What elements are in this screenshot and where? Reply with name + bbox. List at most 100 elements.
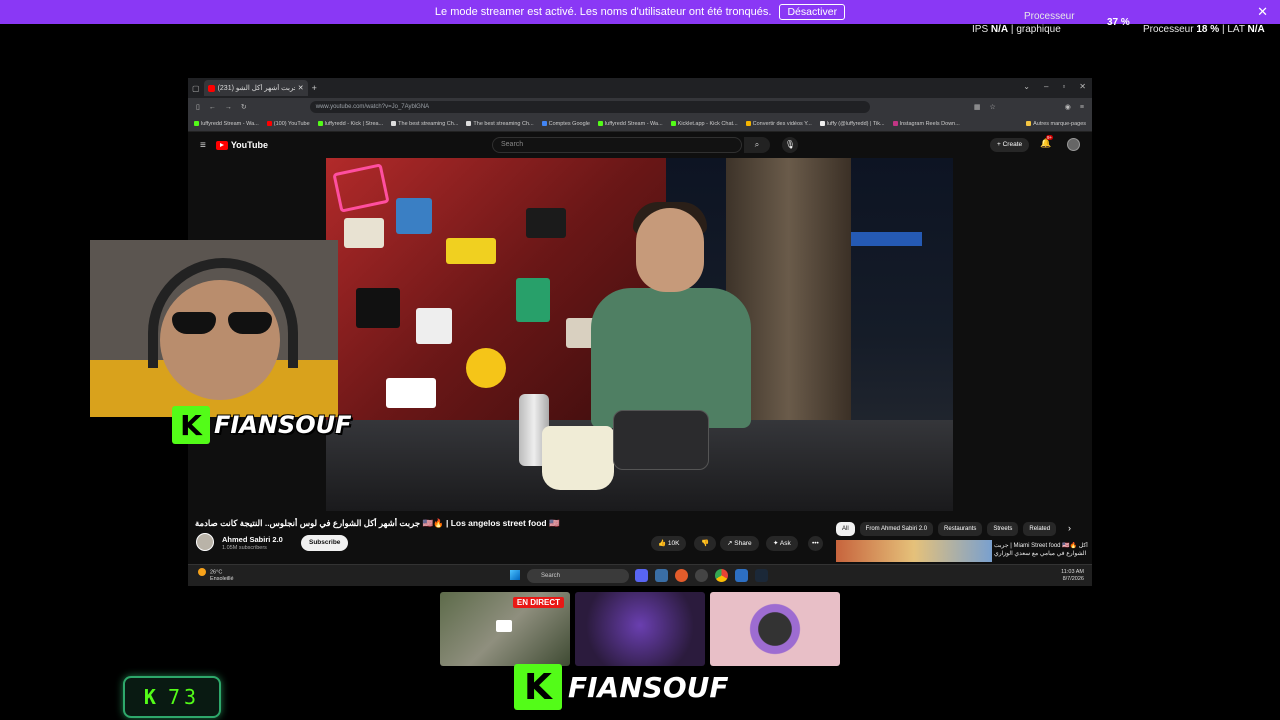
- tab-strip: ▢ جربت أشهر أكل الشو (231) ✕ + ⌄ – ▫ ✕: [188, 78, 1092, 98]
- perf-cpu: Processeur 18 % | LAT N/A: [1143, 24, 1265, 35]
- create-button[interactable]: + Create: [990, 138, 1030, 152]
- ask-label: Ask: [779, 540, 791, 547]
- viewer-counter: K 73: [123, 676, 221, 718]
- bookmark-item[interactable]: Comptes Google: [541, 121, 590, 127]
- bookmark-item[interactable]: The best streaming Ch...: [466, 121, 534, 127]
- new-tab-icon[interactable]: +: [312, 83, 317, 93]
- disable-streamer-mode-button[interactable]: Désactiver: [779, 4, 846, 20]
- file-explorer-icon[interactable]: [655, 569, 668, 582]
- youtube-search-input[interactable]: Search: [492, 137, 742, 153]
- clock-time: 11:03 AM: [1061, 569, 1084, 575]
- maximize-icon[interactable]: ▫: [1062, 82, 1065, 91]
- dislike-button[interactable]: 👎: [694, 536, 717, 551]
- window-close-icon[interactable]: ✕: [1079, 82, 1086, 91]
- reload-icon[interactable]: ↻: [241, 103, 247, 111]
- share-label: Share: [734, 540, 752, 547]
- channel-name[interactable]: Ahmed Sabiri 2.0: [222, 535, 283, 544]
- perf-separator: |: [1221, 24, 1225, 35]
- ask-button[interactable]: ✦ Ask: [766, 536, 798, 551]
- graphique-label: graphique: [1016, 24, 1061, 35]
- tab-youtube[interactable]: جربت أشهر أكل الشو (231) ✕: [203, 80, 308, 96]
- more-actions-button[interactable]: •••: [808, 536, 823, 551]
- chip-restaurants[interactable]: Restaurants: [938, 522, 983, 536]
- create-label: Create: [1002, 141, 1023, 148]
- share-button[interactable]: ↗ Share: [720, 536, 759, 551]
- chip-streets[interactable]: Streets: [987, 522, 1019, 536]
- chip-related[interactable]: Related: [1023, 522, 1057, 536]
- bookmark-item[interactable]: Kicklet.app - Kick Chat...: [670, 121, 738, 127]
- bookmark-star-icon[interactable]: ☆: [990, 103, 996, 111]
- search-icon[interactable]: ⌕: [744, 137, 770, 153]
- youtube-play-icon: [215, 140, 228, 150]
- kick-name-badge-bottom: K FIANSOUF: [514, 664, 728, 710]
- subscriber-count: 1.05M subscribers: [222, 545, 267, 551]
- windows-start-icon[interactable]: [510, 570, 520, 580]
- chip-from-channel[interactable]: From Ahmed Sabiri 2.0: [859, 522, 934, 536]
- mascot-icon: [746, 600, 804, 658]
- video-player[interactable]: [326, 158, 953, 511]
- kick-name-badge-cam: K FIANSOUF: [172, 406, 352, 444]
- discord-icon[interactable]: [635, 569, 648, 582]
- subscribe-button[interactable]: Subscribe: [301, 535, 349, 551]
- weather-widget[interactable]: 26°C Ensoleillé: [198, 568, 234, 583]
- ips-value: N/A: [990, 24, 1009, 35]
- bookmark-item[interactable]: The best streaming Ch...: [391, 121, 458, 127]
- minimize-icon[interactable]: –: [1044, 82, 1048, 91]
- steam-icon[interactable]: [755, 569, 768, 582]
- url-field[interactable]: www.youtube.com/watch?v=Jo_7AyblGNA: [309, 101, 870, 113]
- notifications-bell-icon[interactable]: 🔔 9+: [1040, 135, 1054, 149]
- tab-close-icon[interactable]: ✕: [298, 84, 304, 92]
- tab-title: جربت أشهر أكل الشو (231): [217, 85, 295, 92]
- cpu-top-label: Processeur: [1024, 11, 1075, 22]
- live-badge: EN DIRECT: [512, 597, 564, 608]
- recommended-video-thumbnail[interactable]: [836, 540, 992, 562]
- ips-label: IPS: [972, 24, 989, 35]
- extensions-icon[interactable]: ▦: [974, 103, 981, 111]
- channel-avatar[interactable]: [196, 533, 214, 551]
- hamburger-menu-icon[interactable]: ≡: [200, 140, 206, 151]
- like-button[interactable]: 👍 10K: [651, 536, 687, 551]
- forward-icon[interactable]: →: [225, 104, 232, 111]
- account-avatar[interactable]: [1067, 138, 1080, 151]
- lat-label: LAT: [1227, 24, 1245, 35]
- chrome-icon[interactable]: [715, 569, 728, 582]
- chip-all[interactable]: All: [836, 522, 855, 536]
- thumbs-down-icon: 👎: [701, 540, 710, 547]
- bookmark-item[interactable]: luffy (@luffyredd) | Tik...: [819, 121, 885, 127]
- sidebar-icon[interactable]: ▯: [196, 103, 200, 111]
- bookmark-item[interactable]: luffyredd Stream - Wa...: [194, 121, 259, 127]
- app-icon[interactable]: [735, 569, 748, 582]
- recommended-video-title[interactable]: جربت | Miami Street food 🇺🇸🔥 أكل الشوارع…: [994, 542, 1090, 560]
- window-controls: ⌄ – ▫ ✕: [1023, 82, 1086, 91]
- video-title: جربت أشهر أكل الشوارع في لوس أنجلوس.. ال…: [195, 518, 560, 528]
- live-thumbnail[interactable]: EN DIRECT: [440, 592, 570, 666]
- bookmark-item[interactable]: Convertir des vidéos Y...: [745, 121, 812, 127]
- chips-next-chevron-icon[interactable]: ›: [1068, 523, 1071, 533]
- taskbar-clock[interactable]: 11:03 AM 8/7/2026: [1061, 569, 1084, 583]
- menu-icon[interactable]: ≡: [1080, 104, 1084, 111]
- bookmark-item[interactable]: luffyredd - Kick | Strea...: [317, 121, 383, 127]
- banner-message: Le mode streamer est activé. Les noms d'…: [434, 6, 772, 18]
- avatar-thumbnail[interactable]: [710, 592, 840, 666]
- avatar-thumbnail[interactable]: [575, 592, 705, 666]
- close-icon[interactable]: ✕: [1257, 4, 1268, 20]
- streamer-name: FIANSOUF: [214, 411, 352, 439]
- profile-icon[interactable]: ◉: [1065, 103, 1071, 111]
- firefox-icon[interactable]: [675, 569, 688, 582]
- webcam-feed: [90, 240, 338, 417]
- tab-search-icon[interactable]: ▢: [192, 84, 200, 93]
- taskbar-apps: [635, 569, 768, 582]
- bookmark-item[interactable]: Instagram Reels Down...: [892, 121, 960, 127]
- youtube-logo[interactable]: YouTube: [215, 140, 268, 150]
- kick-logo-icon: K: [172, 406, 210, 444]
- bookmark-item[interactable]: luffyredd Stream - Wa...: [597, 121, 663, 127]
- bookmarks-bar: luffyredd Stream - Wa... (100) YouTube l…: [188, 116, 1092, 132]
- bookmark-item[interactable]: (100) YouTube: [266, 121, 310, 127]
- taskbar-search[interactable]: Search: [527, 569, 629, 583]
- bookmarks-other-folder[interactable]: Autres marque-pages: [1026, 121, 1086, 127]
- temperature: 26°C: [210, 569, 223, 576]
- tab-list-chevron-icon[interactable]: ⌄: [1023, 82, 1030, 91]
- back-icon[interactable]: ←: [209, 104, 216, 111]
- obs-icon[interactable]: [695, 569, 708, 582]
- microphone-icon[interactable]: 🎙: [782, 137, 798, 153]
